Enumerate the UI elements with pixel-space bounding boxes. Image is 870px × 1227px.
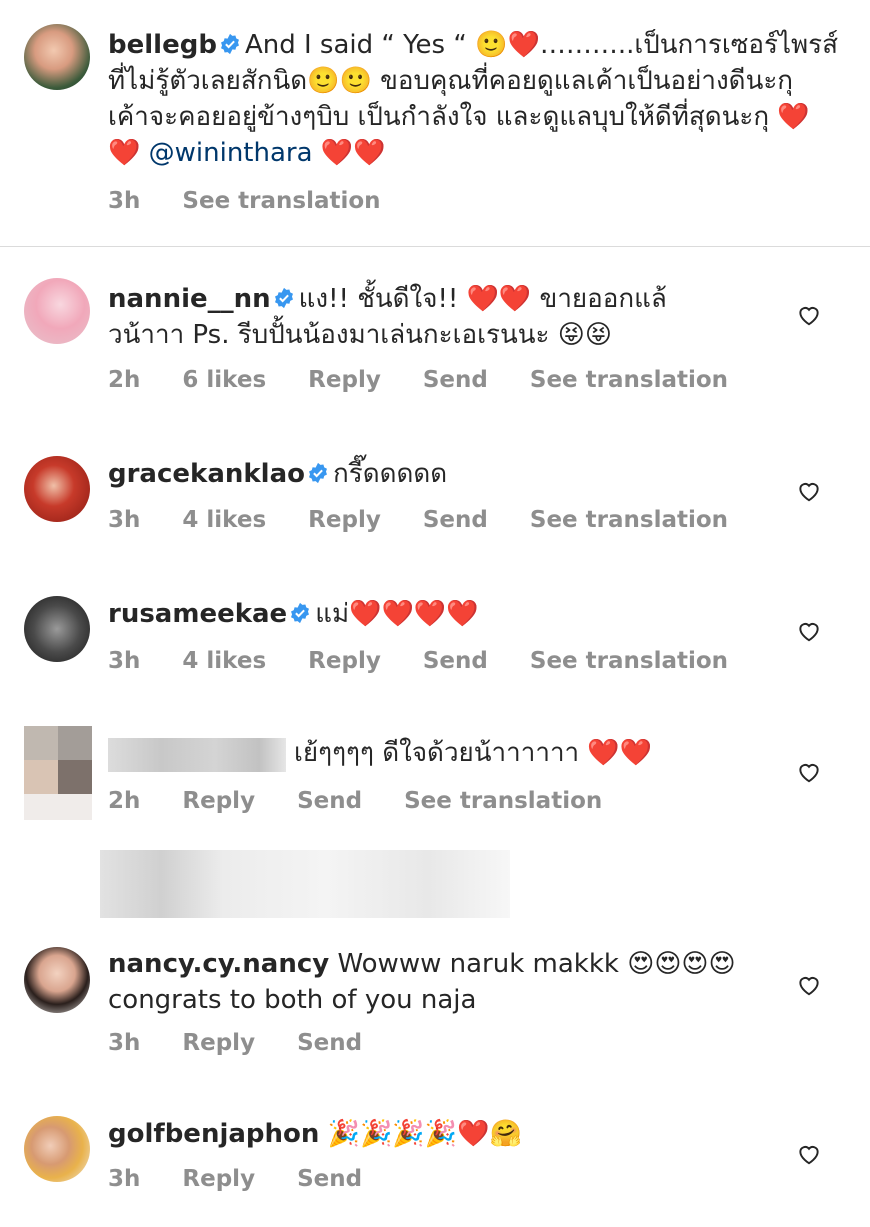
heart-outline-icon[interactable] [796,302,822,328]
heart-outline-icon[interactable] [796,618,822,644]
timestamp: 3h [108,1030,141,1056]
see-translation-button[interactable]: See translation [404,788,602,814]
comment-text: 🎉🎉🎉🎉❤️🤗 [327,1119,522,1149]
likes-count[interactable]: 4 likes [182,507,266,533]
heart-outline-icon[interactable] [796,759,822,785]
send-button[interactable]: Send [297,1030,362,1056]
reply-button[interactable]: Reply [308,648,381,674]
timestamp: 3h [108,188,141,214]
verified-badge-icon [274,287,293,309]
avatar[interactable] [24,24,90,90]
username[interactable]: golfbenjaphon [108,1119,319,1149]
heart-outline-icon[interactable] [796,1141,822,1167]
verified-badge-icon [220,33,239,55]
timestamp: 3h [108,507,141,533]
see-translation-button[interactable]: See translation [530,367,728,393]
see-translation-button[interactable]: See translation [530,648,728,674]
see-translation-button[interactable]: See translation [182,188,380,214]
pixelated-avatar [24,726,92,820]
divider [0,246,870,247]
pixelated-block [100,850,510,918]
timestamp: 2h [108,788,141,814]
username[interactable]: rusameekae [108,599,287,629]
send-button[interactable]: Send [423,507,488,533]
verified-badge-icon [309,462,327,484]
avatar[interactable] [24,278,90,344]
avatar[interactable] [24,456,90,522]
comment-text: เย้ๆๆๆๆ ดีใจด้วยน้าาาาาา ❤️❤️ [294,738,653,768]
username[interactable]: bellegb [108,30,217,60]
likes-count[interactable]: 4 likes [182,648,266,674]
username[interactable]: gracekanklao [108,459,305,489]
timestamp: 3h [108,648,141,674]
comment-text: แม่❤️❤️❤️❤️ [315,599,479,629]
comment-text-end: ❤️❤️ [312,138,386,168]
send-button[interactable]: Send [297,788,362,814]
timestamp: 2h [108,367,141,393]
username[interactable]: nannie__nn [108,284,271,314]
username[interactable]: nancy.cy.nancy [108,949,329,979]
send-button[interactable]: Send [423,648,488,674]
send-button[interactable]: Send [423,367,488,393]
avatar[interactable] [24,947,90,1013]
see-translation-button[interactable]: See translation [530,507,728,533]
reply-button[interactable]: Reply [308,367,381,393]
pixelated-username [108,738,286,772]
reply-button[interactable]: Reply [308,507,381,533]
comment-text: กรี๊ดดดดด [332,459,448,489]
verified-badge-icon [291,602,310,624]
heart-outline-icon[interactable] [796,478,822,504]
reply-button[interactable]: Reply [182,788,255,814]
timestamp: 3h [108,1166,141,1192]
reply-button[interactable]: Reply [182,1166,255,1192]
send-button[interactable]: Send [297,1166,362,1192]
mention-link[interactable]: @wininthara [149,138,313,168]
likes-count[interactable]: 6 likes [182,367,266,393]
reply-button[interactable]: Reply [182,1030,255,1056]
heart-outline-icon[interactable] [796,972,822,998]
avatar[interactable] [24,596,90,662]
avatar[interactable] [24,1116,90,1182]
